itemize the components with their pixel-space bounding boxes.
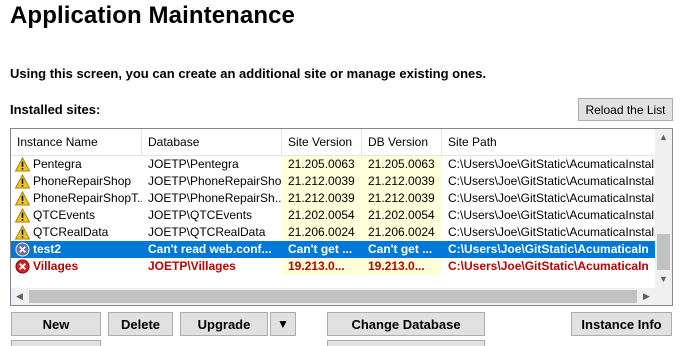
column-header-site-path[interactable]: Site Path [442,129,671,155]
cell-site-path: C:\Users\Joe\GitStatic\AcumaticaIn [448,259,649,273]
cell-instance-name: test2 [33,242,62,256]
cell-database: JOETP\QTCEvents [148,208,253,222]
cell-site-path: C:\Users\Joe\GitStatic\AcumaticaInstalla… [448,191,655,205]
cell-database: Can't read web.conf... [148,242,272,256]
cell-instance-name: QTCEvents [33,208,96,222]
cell-db-version: 21.212.0039 [362,173,442,190]
vertical-scrollbar[interactable]: ▲ ▼ [655,129,672,288]
vertical-scroll-thumb[interactable] [657,234,670,270]
table-row[interactable]: Villages JOETP\Villages 19.213.0... 19.213.… [11,258,655,275]
cell-database: JOETP\PhoneRepairShop [148,174,282,188]
instance-info-button[interactable]: Instance Info [571,312,672,336]
table-row[interactable]: Pentegra JOETP\Pentegra 21.205.0063 21.205.… [11,156,655,173]
cell-instance-name: Pentegra [33,157,82,171]
scrollbar-corner [655,288,672,305]
cell-db-version: 21.212.0039 [362,190,442,207]
cell-database: JOETP\Villages [148,259,236,273]
upgrade-dropdown-button[interactable]: ▼ [270,312,296,336]
change-database-button[interactable]: Change Database [327,312,485,336]
cell-db-version: Can't get ... [362,241,442,258]
cell-site-version: Can't get ... [282,241,362,258]
intro-text: Using this screen, you can create an add… [10,66,487,81]
cell-site-path: C:\Users\Joe\GitStatic\AcumaticaInstalla… [448,157,655,171]
cell-site-version: 21.206.0024 [282,224,362,241]
scroll-down-icon[interactable]: ▼ [655,271,672,288]
column-header-site-version[interactable]: Site Version [282,129,362,155]
partial-button[interactable] [327,340,485,346]
table-row[interactable]: test2 Can't read web.conf... Can't get ...… [11,241,655,258]
table-row[interactable]: QTCEvents JOETP\QTCEvents 21.202.0054 21.20… [11,207,655,224]
cell-instance-name: QTCRealData [33,225,109,239]
upgrade-button[interactable]: Upgrade [180,312,268,336]
cell-database: JOETP\PhoneRepairSh... [148,191,282,205]
table-row[interactable]: QTCRealData JOETP\QTCRealData 21.206.0024 2… [11,224,655,241]
cell-site-version: 19.213.0... [282,258,362,275]
cell-site-version: 21.202.0054 [282,207,362,224]
table-row[interactable]: PhoneRepairShop JOETP\PhoneRepairShop 21.2… [11,173,655,190]
delete-button[interactable]: Delete [108,312,173,336]
cell-instance-name: PhoneRepairShop [33,174,132,188]
scroll-right-icon[interactable]: ▶ [638,288,655,305]
cell-database: JOETP\QTCRealData [148,225,266,239]
table-row[interactable]: PhoneRepairShopT... JOETP\PhoneRepairSh..… [11,190,655,207]
scroll-left-icon[interactable]: ◀ [11,288,28,305]
cell-db-version: 21.202.0054 [362,207,442,224]
cell-site-path: C:\Users\Joe\GitStatic\AcumaticaInstalla… [448,208,655,222]
cell-site-path: C:\Users\Joe\GitStatic\AcumaticaIn [448,242,649,256]
cell-site-path: C:\Users\Joe\GitStatic\AcumaticaInstalla… [448,174,655,188]
dropdown-arrow-icon: ▼ [277,317,289,331]
cell-instance-name: Villages [33,259,79,273]
reload-list-button[interactable]: Reload the List [578,98,673,121]
cell-db-version: 19.213.0... [362,258,442,275]
column-header-db-version[interactable]: DB Version [362,129,442,155]
scroll-up-icon[interactable]: ▲ [655,129,672,146]
new-button[interactable]: New [11,312,101,336]
installed-sites-list[interactable]: Instance Name Database Site Version DB V… [10,128,673,306]
column-header-instance-name[interactable]: Instance Name [11,129,142,155]
horizontal-scrollbar[interactable]: ◀ ▶ [11,288,655,305]
cell-site-version: 21.212.0039 [282,190,362,207]
cell-site-version: 21.212.0039 [282,173,362,190]
cell-database: JOETP\Pentegra [148,157,239,171]
cell-site-version: 21.205.0063 [282,156,362,173]
horizontal-scroll-thumb[interactable] [29,290,637,303]
page-title: Application Maintenance [10,2,296,29]
column-header-database[interactable]: Database [142,129,282,155]
installed-sites-label: Installed sites: [10,102,101,117]
cell-instance-name: PhoneRepairShopT... [33,191,142,205]
cell-db-version: 21.205.0063 [362,156,442,173]
partial-button[interactable] [11,340,101,346]
cell-site-path: C:\Users\Joe\GitStatic\AcumaticaInstalla… [448,225,655,239]
list-header: Instance Name Database Site Version DB V… [11,129,671,156]
cell-db-version: 21.206.0024 [362,224,442,241]
